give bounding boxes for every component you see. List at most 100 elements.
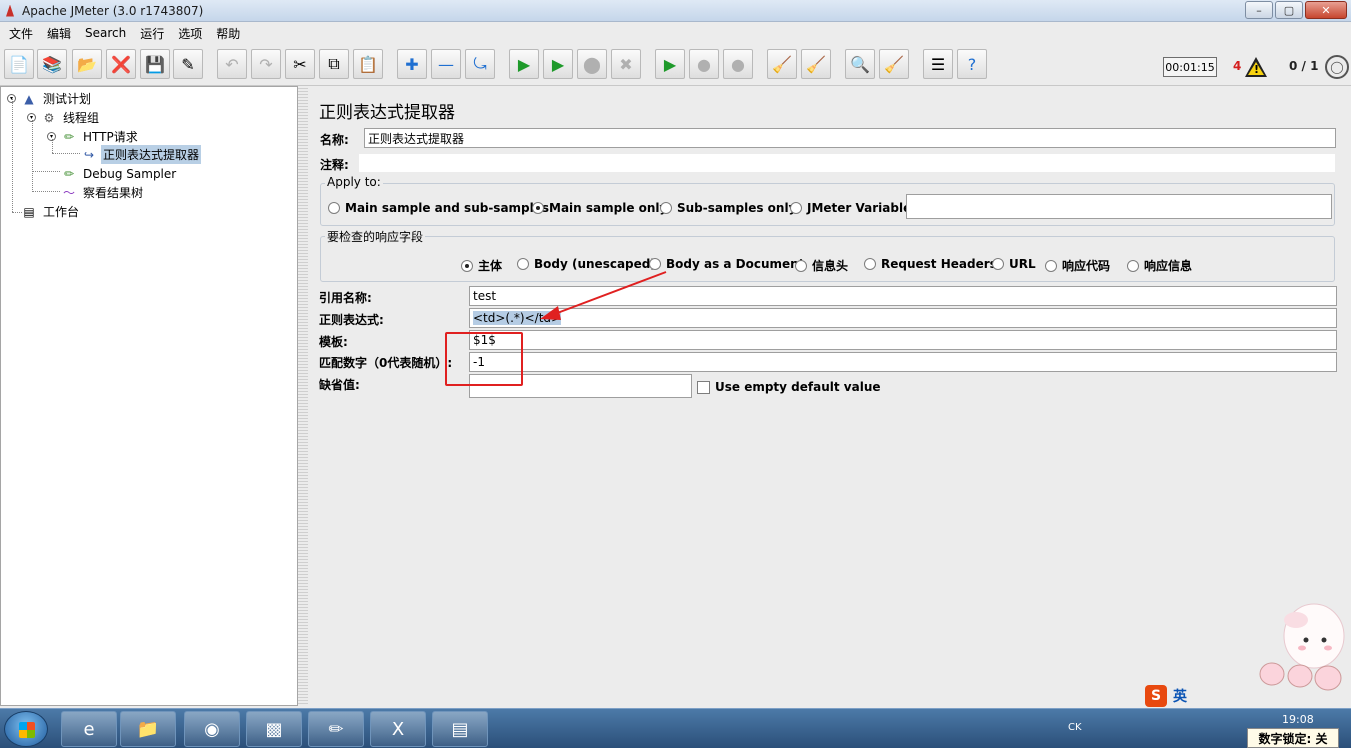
field-request-headers-radio[interactable]: Request Headers (864, 257, 997, 271)
redo-icon[interactable]: ↷ (251, 49, 281, 79)
toggle-icon[interactable]: ⤿ (465, 49, 495, 79)
apply-to-title: Apply to: (325, 175, 383, 189)
cmd-icon[interactable]: ▩ (246, 711, 302, 747)
graph-icon: 〜 (62, 186, 75, 200)
match-number-field[interactable]: -1 (469, 352, 1337, 372)
tree-toggle[interactable]: ▾ (7, 94, 16, 103)
xshell-icon[interactable]: X (370, 711, 426, 747)
reset-search-icon[interactable]: 🧹 (879, 49, 909, 79)
remote-status-icon: ◯ (1325, 55, 1349, 79)
apply-to-group: Apply to: Main sample and sub-samples Ma… (320, 175, 1335, 226)
use-empty-default-checkbox[interactable]: Use empty default value (697, 380, 881, 394)
split-pane-divider[interactable] (298, 86, 308, 706)
apply-main-and-sub-radio[interactable]: Main sample and sub-samples (328, 201, 549, 215)
tree-node-workbench[interactable]: ▤ 工作台 (21, 202, 81, 221)
pipette-icon: ✏ (63, 129, 75, 144)
tree-toggle[interactable]: ▾ (27, 113, 36, 122)
tree-node-http-request[interactable]: ▾ ✏ HTTP请求 (47, 127, 140, 146)
start-no-pauses-icon[interactable]: ▶ (543, 49, 573, 79)
template-label: 模板: (319, 335, 348, 349)
menu-run[interactable]: 运行 (133, 25, 171, 42)
tree-toggle[interactable]: ▾ (47, 132, 56, 141)
pipette-icon: ✏ (63, 166, 75, 181)
name-field[interactable]: 正则表达式提取器 (364, 128, 1336, 148)
shutdown-icon[interactable]: ✖ (611, 49, 641, 79)
close-button[interactable]: ✕ (1305, 1, 1347, 19)
test-plan-icon: ▲ (24, 91, 34, 106)
test-plan-tree: ▾ ▲ 测试计划 ▾ ⚙ 线程组 ▾ ✏ HTTP请求 ↪ 正则表达式提取器 ✏… (0, 86, 298, 706)
tray-clock[interactable]: 19:08 (1282, 713, 1314, 726)
apply-jmeter-variable-radio[interactable]: JMeter Variable (790, 201, 911, 215)
menu-file[interactable]: 文件 (2, 25, 40, 42)
comment-label: 注释: (320, 158, 349, 172)
ie-icon[interactable]: e (61, 711, 117, 747)
template-field[interactable]: $1$ (469, 330, 1337, 350)
close-file-icon[interactable]: ❌ (106, 49, 136, 79)
save-icon[interactable]: 💾 (140, 49, 170, 79)
reference-name-label: 引用名称: (319, 291, 372, 305)
jmeter-taskbar-icon[interactable]: ✏ (308, 711, 364, 747)
apply-main-only-radio[interactable]: Main sample only (532, 201, 667, 215)
field-url-radio[interactable]: URL (992, 257, 1036, 271)
gear-icon: ⚙ (43, 110, 55, 125)
window-title: Apache JMeter (3.0 r1743807) (22, 3, 204, 18)
regex-field[interactable]: <td>(.*)</td> (469, 308, 1337, 328)
new-icon[interactable]: 📄 (4, 49, 34, 79)
annotation-box (445, 332, 523, 386)
save-as-icon[interactable]: ✎ (173, 49, 203, 79)
copy-icon[interactable]: ⧉ (319, 49, 349, 79)
tree-node-debug-sampler[interactable]: ✏ Debug Sampler (61, 164, 178, 183)
cut-icon[interactable]: ✂ (285, 49, 315, 79)
field-body-radio[interactable]: 主体 (461, 257, 502, 274)
jmeter-variable-field[interactable] (906, 194, 1332, 219)
tree-node-view-results-tree[interactable]: 〜 察看结果树 (61, 183, 145, 202)
remote-shutdown-icon[interactable]: ● (723, 49, 753, 79)
tree-node-test-plan[interactable]: ▾ ▲ 测试计划 (7, 89, 93, 108)
collapse-icon[interactable]: — (431, 49, 461, 79)
menu-options[interactable]: 选项 (171, 25, 209, 42)
stop-icon[interactable]: ⬤ (577, 49, 607, 79)
field-headers-radio[interactable]: 信息头 (795, 257, 848, 274)
window-controls: – ▢ ✕ (1245, 1, 1347, 19)
expand-icon[interactable]: ✚ (397, 49, 427, 79)
taskbar: e 📁 ◉ ▩ ✏ X ▤ CK 19:08 (0, 708, 1351, 748)
start-button[interactable] (4, 711, 48, 747)
minimize-button[interactable]: – (1245, 1, 1273, 19)
menu-search[interactable]: Search (78, 26, 133, 40)
search-icon[interactable]: 🔍 (845, 49, 875, 79)
explorer-folder-icon[interactable]: 📁 (120, 711, 176, 747)
regex-value: <td>(.*)</td> (473, 311, 562, 325)
open-icon[interactable]: 📂 (72, 49, 102, 79)
field-response-code-radio[interactable]: 响应代码 (1045, 257, 1110, 274)
ime-toolbar[interactable]: S 英 (1145, 684, 1187, 708)
remote-stop-icon[interactable]: ● (689, 49, 719, 79)
clear-icon[interactable]: 🧹 (767, 49, 797, 79)
function-helper-icon[interactable]: ☰ (923, 49, 953, 79)
regex-extractor-panel: 正则表达式提取器 名称: 正则表达式提取器 注释: Apply to: Main… (308, 86, 1351, 706)
remote-start-icon[interactable]: ▶ (655, 49, 685, 79)
sogou-ime-icon[interactable]: S (1145, 685, 1167, 707)
field-response-message-radio[interactable]: 响应信息 (1127, 257, 1192, 274)
undo-icon[interactable]: ↶ (217, 49, 247, 79)
help-icon[interactable]: ? (957, 49, 987, 79)
templates-icon[interactable]: 📚 (37, 49, 67, 79)
notepad-icon[interactable]: ▤ (432, 711, 488, 747)
field-body-as-document-radio[interactable]: Body as a Document (649, 257, 804, 271)
chrome-icon[interactable]: ◉ (184, 711, 240, 747)
clear-all-icon[interactable]: 🧹 (801, 49, 831, 79)
maximize-button[interactable]: ▢ (1275, 1, 1303, 19)
ime-language[interactable]: 英 (1173, 686, 1187, 706)
warning-icon[interactable]: ! (1245, 57, 1267, 77)
start-icon[interactable]: ▶ (509, 49, 539, 79)
comment-field[interactable] (358, 153, 1336, 173)
tree-node-thread-group[interactable]: ▾ ⚙ 线程组 (27, 108, 101, 127)
menu-help[interactable]: 帮助 (209, 25, 247, 42)
field-to-check-title: 要检查的响应字段 (325, 228, 426, 245)
menu-edit[interactable]: 编辑 (40, 25, 78, 42)
field-body-unescaped-radio[interactable]: Body (unescaped) (517, 257, 656, 271)
tray-language[interactable]: CK (1068, 722, 1082, 733)
reference-name-field[interactable]: test (469, 286, 1337, 306)
paste-icon[interactable]: 📋 (353, 49, 383, 79)
tree-node-regex-extractor[interactable]: ↪ 正则表达式提取器 (81, 145, 202, 164)
apply-sub-only-radio[interactable]: Sub-samples only (660, 201, 796, 215)
